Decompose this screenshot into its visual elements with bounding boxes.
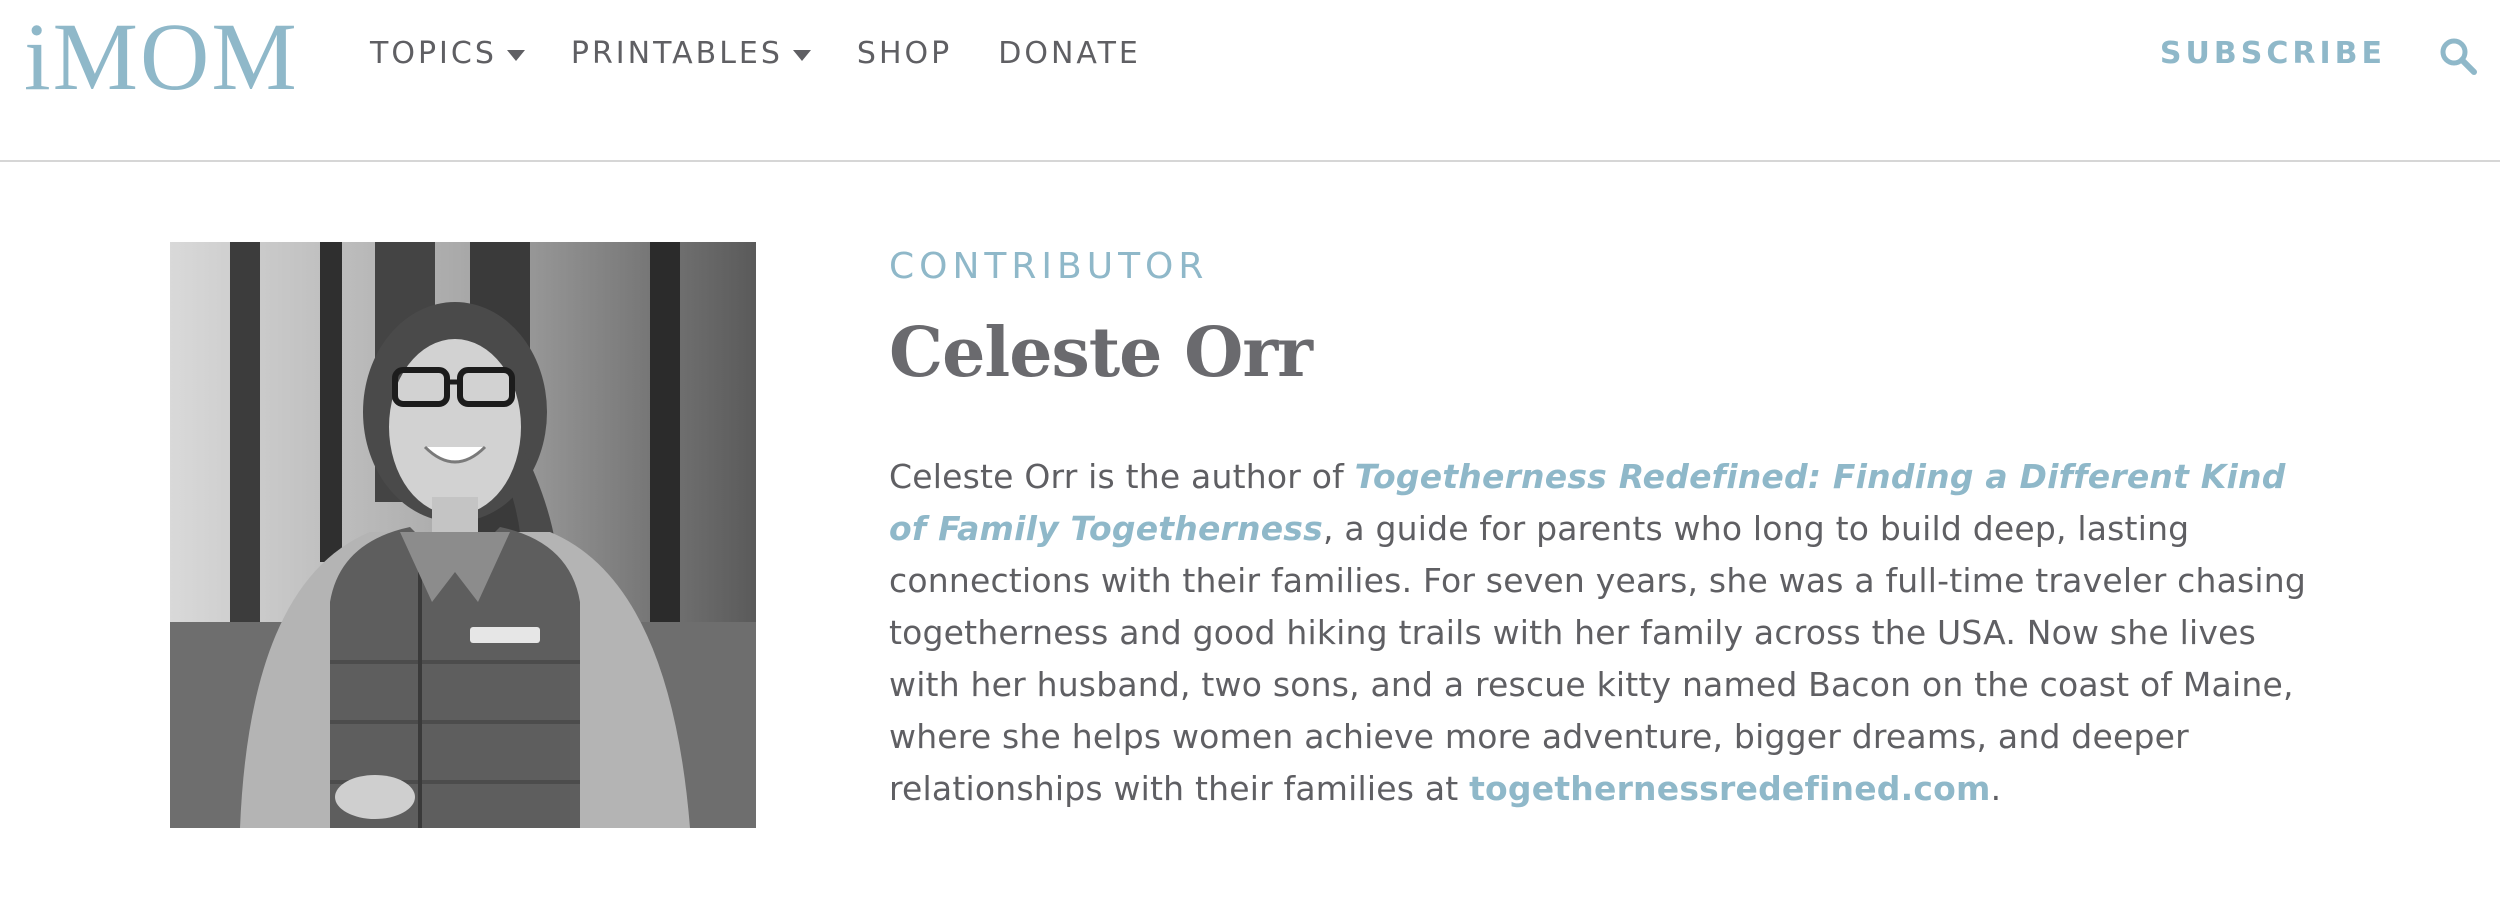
chevron-down-icon — [792, 49, 811, 61]
bio-intro-text: Celeste Orr is the author of — [889, 457, 1355, 496]
chevron-down-icon — [506, 49, 525, 61]
nav-item-shop[interactable]: SHOP — [857, 36, 952, 71]
search-icon — [2440, 38, 2477, 75]
nav-item-label: DONATE — [998, 36, 1141, 71]
contributor-name: Celeste Orr — [889, 313, 1313, 393]
bio-middle-text: , a guide for parents who long to build … — [889, 509, 2307, 808]
subscribe-link[interactable]: SUBSCRIBE — [2160, 36, 2386, 71]
main-nav: TOPICS PRINTABLES SHOP DONATE — [370, 36, 1141, 71]
contributor-role-label: CONTRIBUTOR — [889, 246, 1209, 287]
nav-item-printables[interactable]: PRINTABLES — [571, 36, 811, 71]
contributor-bio: Celeste Orr is the author of Togethernes… — [889, 451, 2309, 815]
nav-item-label: SHOP — [856, 36, 953, 71]
nav-item-label: PRINTABLES — [570, 36, 783, 71]
contributor-info: CONTRIBUTOR Celeste Orr Celeste Orr is t… — [889, 236, 2309, 848]
search-button[interactable] — [2438, 36, 2478, 76]
site-logo[interactable]: iMOM — [24, 2, 299, 112]
site-header: iMOM TOPICS PRINTABLES SHOP DONATE SUBSC… — [0, 0, 2500, 162]
bio-end-text: . — [1990, 769, 2002, 808]
contributor-photo — [170, 242, 756, 828]
contributor-section: CONTRIBUTOR Celeste Orr Celeste Orr is t… — [0, 162, 2500, 919]
nav-item-topics[interactable]: TOPICS — [370, 36, 525, 71]
website-link[interactable]: togethernessredefined.com — [1469, 769, 1991, 808]
nav-item-donate[interactable]: DONATE — [998, 36, 1141, 71]
nav-item-label: TOPICS — [370, 36, 497, 71]
